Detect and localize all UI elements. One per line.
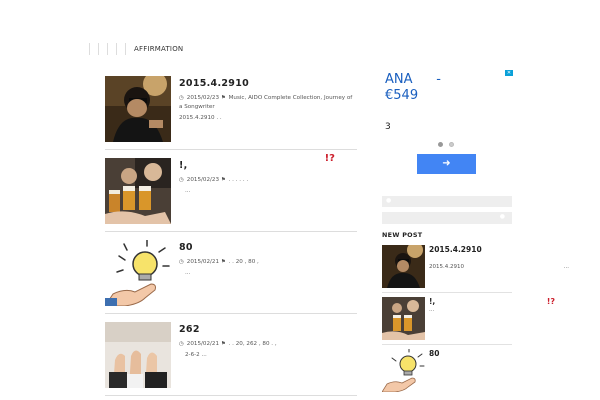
post-title[interactable]: 262: [179, 324, 357, 335]
post-item[interactable]: 80 ◷ 2015/02/21 ⚑ . . 20 , 80 , ...: [105, 232, 357, 314]
ad-banner[interactable]: ✕ ANA €549 - 3 ➜: [380, 68, 513, 176]
breadcrumb-separator: [125, 43, 126, 55]
post-tags[interactable]: . . 20, 262 , 80 . ,: [229, 341, 277, 347]
new-post-excerpt: ...: [429, 307, 435, 313]
post-thumbnail[interactable]: [105, 240, 171, 306]
tag-icon: ⚑: [220, 95, 226, 101]
post-thumbnail[interactable]: [105, 158, 171, 224]
ad-arrow-button[interactable]: ➜: [417, 154, 476, 174]
tag-icon: ⚑: [220, 259, 226, 265]
divider: [382, 292, 512, 293]
search-icon[interactable]: ●: [500, 213, 505, 220]
post-excerpt: ...: [185, 270, 191, 276]
breadcrumb-separator: [107, 43, 108, 55]
new-post-more: ...: [563, 264, 569, 270]
new-post-title[interactable]: 2015.4.2910: [429, 245, 482, 254]
search-icon: ●: [386, 197, 392, 204]
post-thumbnail[interactable]: [105, 322, 171, 388]
post-excerpt: 2-6-2 ...: [185, 352, 207, 358]
breadcrumb: AFFIRMATION: [89, 43, 183, 55]
ad-body: 3: [385, 122, 391, 132]
tag-icon: ⚑: [220, 177, 226, 183]
new-post-excerpt: 2015.4.2910: [429, 264, 464, 270]
ad-dot[interactable]: [438, 142, 443, 147]
breadcrumb-separator: [98, 43, 99, 55]
post-list: 2015.4.2910 ◷ 2015/02/23 ⚑ Music, AIDO C…: [105, 68, 357, 396]
post-date: 2015/02/23: [186, 95, 220, 101]
tag-icon: ⚑: [220, 341, 226, 347]
clock-icon: ◷: [179, 177, 184, 183]
new-post-thumbnail[interactable]: [382, 297, 425, 340]
post-item[interactable]: 262 ◷ 2015/02/21 ⚑ . . 20, 262 , 80 . , …: [105, 314, 357, 396]
post-meta: ◷ 2015/02/23 ⚑ . . . . . .: [179, 176, 357, 185]
post-date: 2015/02/21: [186, 341, 220, 347]
new-post-title[interactable]: 80: [429, 349, 439, 358]
search-input-secondary[interactable]: ●: [382, 212, 512, 224]
ad-dot[interactable]: [449, 142, 454, 147]
post-item[interactable]: !, ◷ 2015/02/23 ⚑ . . . . . . ... !?: [105, 150, 357, 232]
clock-icon: ◷: [179, 341, 184, 347]
post-excerpt: 2015.4.2910 . .: [179, 115, 222, 121]
new-post-badge: !?: [546, 297, 555, 306]
post-tags[interactable]: . . . . . .: [229, 177, 249, 183]
breadcrumb-separator: [116, 43, 117, 55]
post-thumbnail[interactable]: [105, 76, 171, 142]
clock-icon: ◷: [179, 259, 184, 265]
search-input[interactable]: ●: [382, 196, 512, 207]
ad-dash: -: [436, 72, 441, 87]
divider: [382, 344, 512, 345]
post-badge: !?: [324, 153, 335, 164]
breadcrumb-separator: [89, 43, 90, 55]
post-item[interactable]: 2015.4.2910 ◷ 2015/02/23 ⚑ Music, AIDO C…: [105, 68, 357, 150]
ad-title[interactable]: ANA €549: [385, 72, 510, 104]
post-title[interactable]: 2015.4.2910: [179, 78, 357, 89]
ad-pagination: [438, 142, 454, 147]
clock-icon: ◷: [179, 95, 184, 101]
post-meta: ◷ 2015/02/21 ⚑ . . 20 , 80 ,: [179, 258, 357, 267]
post-meta: ◷ 2015/02/23 ⚑ Music, AIDO Complete Coll…: [179, 94, 357, 112]
post-tags[interactable]: . . 20 , 80 ,: [229, 259, 259, 265]
new-post-heading: NEW POST: [382, 231, 423, 239]
new-post-thumbnail[interactable]: [382, 245, 425, 288]
post-title[interactable]: 80: [179, 242, 357, 253]
post-date: 2015/02/23: [186, 177, 220, 183]
post-meta: ◷ 2015/02/21 ⚑ . . 20, 262 , 80 . ,: [179, 340, 357, 349]
new-post-thumbnail[interactable]: [382, 349, 425, 392]
post-date: 2015/02/21: [186, 259, 220, 265]
new-post-title[interactable]: !,: [429, 297, 435, 306]
breadcrumb-current[interactable]: AFFIRMATION: [134, 45, 183, 53]
post-excerpt: ...: [185, 188, 191, 194]
